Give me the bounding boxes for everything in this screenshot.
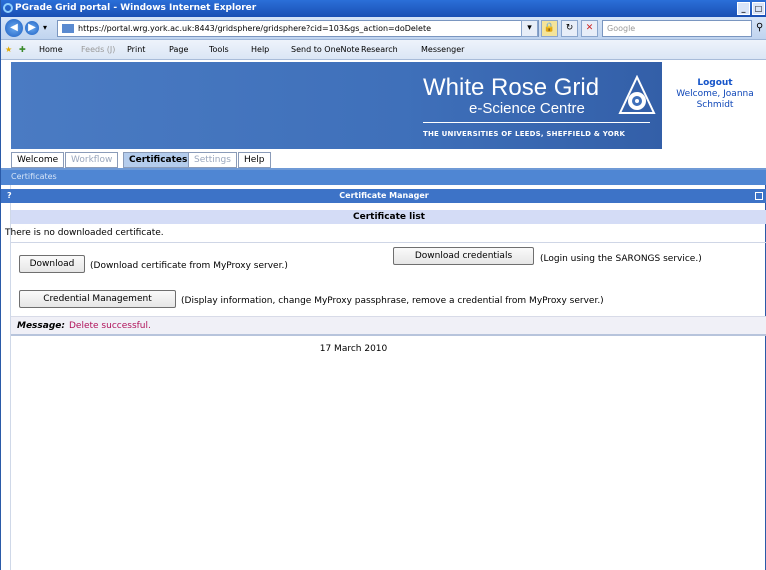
history-dropdown-icon[interactable]: ▾ [43, 23, 47, 32]
search-placeholder: Google [607, 24, 636, 33]
address-bar-row: ◀ ▶ ▾ https://portal.wrg.york.ac.uk:8443… [1, 17, 766, 40]
tab-bar: Welcome Workflow Certificates Settings H… [1, 151, 766, 169]
site-favicon-icon [62, 24, 74, 33]
forward-button[interactable]: ▶ [25, 21, 39, 35]
fav-feeds[interactable]: Feeds (J) [81, 45, 115, 54]
back-button[interactable]: ◀ [5, 19, 23, 37]
message-text: Delete successful. [69, 321, 151, 331]
fav-messenger[interactable]: Messenger [421, 45, 464, 54]
fav-tools[interactable]: Tools [209, 45, 229, 54]
welcome-text: Welcome, Joanna Schmidt [676, 89, 754, 110]
breadcrumb: Certificates [1, 170, 766, 185]
fav-send-to-onenote[interactable]: Send to OneNote [291, 45, 360, 54]
download-credentials-button[interactable]: Download credentials [393, 247, 534, 265]
download-description: (Download certificate from MyProxy serve… [90, 261, 288, 271]
message-label: Message: [17, 321, 65, 331]
divider [11, 242, 766, 243]
search-input[interactable]: Google [602, 20, 752, 37]
banner-title: White Rose Grid [423, 74, 600, 101]
banner-universities: THE UNIVERSITIES OF LEEDS, SHEFFIELD & Y… [423, 130, 626, 138]
tab-certificates[interactable]: Certificates [123, 152, 194, 168]
lock-icon[interactable]: 🔒 [541, 20, 558, 37]
fav-home[interactable]: Home [39, 45, 63, 54]
fav-print[interactable]: Print [127, 45, 145, 54]
certificate-list-header: Certificate list [11, 210, 766, 224]
ie-icon [3, 3, 13, 13]
favorites-star-icon[interactable]: ★ [5, 45, 12, 54]
tab-welcome[interactable]: Welcome [11, 152, 65, 168]
logout-link[interactable]: Logout [663, 78, 766, 89]
command-bar: ★ ✚ Home Feeds (J) Print Page Tools Help… [1, 40, 766, 60]
search-icon[interactable]: ⚲ [756, 22, 763, 33]
user-box: Logout Welcome, Joanna Schmidt [663, 78, 766, 111]
add-favorites-icon[interactable]: ✚ [19, 45, 26, 54]
message-bar: Message: Delete successful. [11, 316, 766, 334]
footer-date: 17 March 2010 [319, 344, 388, 354]
credential-management-button[interactable]: Credential Management [19, 290, 176, 308]
portlet-title: Certificate Manager [339, 191, 429, 200]
stop-icon[interactable]: ✕ [581, 20, 598, 37]
window-controls: _ □ [737, 2, 765, 15]
fav-help[interactable]: Help [251, 45, 269, 54]
window-title: PGrade Grid portal - Windows Internet Ex… [15, 3, 257, 13]
banner-subtitle: e-Science Centre [469, 100, 585, 117]
minimize-button[interactable]: _ [737, 2, 750, 15]
download-button[interactable]: Download [19, 255, 85, 273]
tab-workflow[interactable]: Workflow [65, 152, 119, 168]
banner-divider [423, 122, 650, 123]
credential-management-description: (Display information, change MyProxy pas… [181, 296, 604, 306]
site-banner: White Rose Grid e-Science Centre THE UNI… [1, 60, 766, 151]
portlet-bottom-divider [11, 334, 766, 336]
browser-window: PGrade Grid portal - Windows Internet Ex… [0, 0, 766, 570]
tab-settings[interactable]: Settings [188, 152, 237, 168]
maximize-portlet-icon[interactable] [755, 192, 763, 200]
url-input[interactable]: https://portal.wrg.york.ac.uk:8443/grids… [57, 20, 539, 37]
portlet-header: ? Certificate Manager [1, 189, 766, 203]
maximize-button[interactable]: □ [752, 2, 765, 15]
url-text: https://portal.wrg.york.ac.uk:8443/grids… [78, 24, 432, 33]
fav-research[interactable]: Research [361, 45, 398, 54]
title-bar: PGrade Grid portal - Windows Internet Ex… [1, 0, 766, 17]
fav-page[interactable]: Page [169, 45, 188, 54]
download-credentials-description: (Login using the SARONGS service.) [540, 254, 702, 264]
url-dropdown-icon[interactable]: ▾ [521, 20, 538, 37]
refresh-icon[interactable]: ↻ [561, 20, 578, 37]
white-rose-logo-icon [618, 75, 656, 114]
tab-help[interactable]: Help [238, 152, 271, 168]
no-certificate-text: There is no downloaded certificate. [5, 228, 164, 238]
